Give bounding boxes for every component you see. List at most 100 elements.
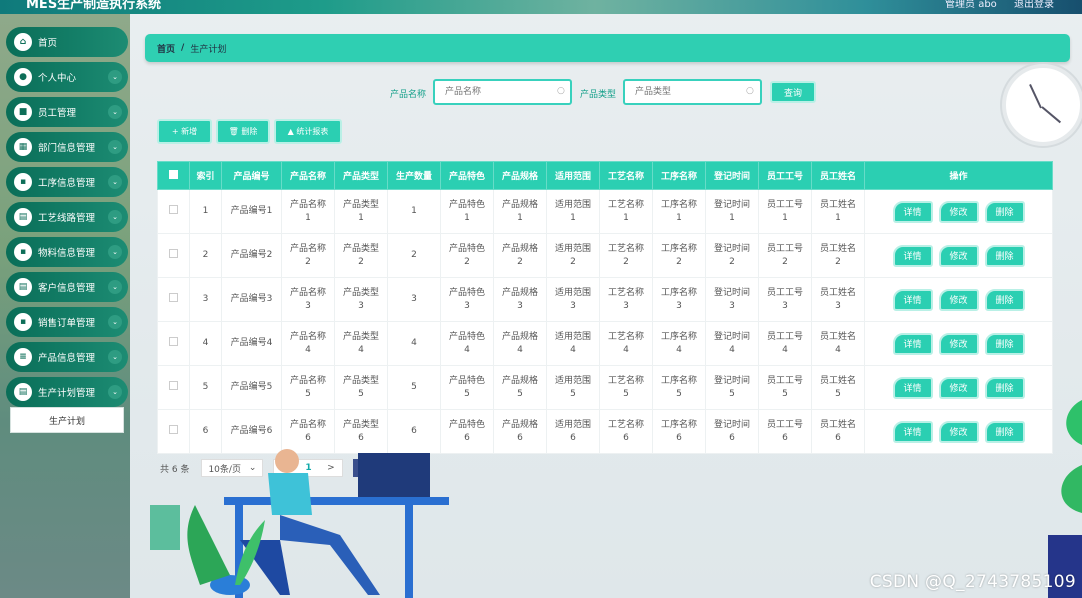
column-header: 工艺名称 [599,161,653,190]
sidebar-item[interactable]: ▪ 工序信息管理 ⌄ [6,167,128,197]
message-icon: ■ [14,103,32,121]
select-all-checkbox[interactable] [157,161,190,190]
apps-icon: ▪ [14,243,32,261]
edit-button[interactable]: 修改 [938,420,979,443]
product-name-input[interactable] [433,79,572,105]
chevron-down-icon: ⌄ [108,175,122,189]
cell-type: 产品类型 2 [334,233,388,278]
row-delete-button[interactable]: 删除 [984,200,1025,223]
cell-type: 产品类型 5 [334,365,388,410]
detail-button[interactable]: 详情 [892,376,933,399]
sidebar-item[interactable]: ▤ 生产计划管理 ⌄ [6,377,128,407]
table-row: 1 产品编号1 产品名称 1 产品类型 1 1 产品特色 1 产品规格 1 适用范围 1 工艺名… [157,189,1053,234]
breadcrumb-home[interactable]: 首页 [157,42,175,55]
cell-process: 工序名称 3 [652,277,706,322]
cell-feature: 产品特色 5 [440,365,494,410]
row-checkbox[interactable] [157,189,190,234]
detail-button[interactable]: 详情 [892,420,933,443]
sidebar-item-label: 首页 [38,38,58,49]
sidebar-item-label: 销售订单管理 [38,318,96,329]
sidebar-item[interactable]: ▤ 工艺线路管理 ⌄ [6,202,128,232]
sidebar-item-label: 工艺线路管理 [38,213,96,224]
cell-emp-no: 员工工号 3 [758,277,812,322]
detail-button[interactable]: 详情 [892,332,933,355]
edit-button[interactable]: 修改 [938,376,979,399]
cell-index: 4 [189,321,222,366]
cell-emp-no: 员工工号 4 [758,321,812,366]
cell-index: 3 [189,277,222,322]
column-header: 员工工号 [758,161,812,190]
office-illustration [150,449,449,598]
cell-time: 登记时间 1 [705,189,759,234]
column-header: 产品规格 [493,161,547,190]
row-delete-button[interactable]: 删除 [984,288,1025,311]
row-checkbox[interactable] [157,321,190,366]
statistics-report-button[interactable]: ▲ 统计报表 [274,119,342,144]
sidebar-item-label: 员工管理 [38,108,77,119]
cell-emp-name: 员工姓名 5 [811,365,865,410]
chevron-down-icon: ⌄ [108,245,122,259]
sidebar-item[interactable]: ≡ 产品信息管理 ⌄ [6,342,128,372]
detail-button[interactable]: 详情 [892,288,933,311]
cell-qty: 4 [387,321,441,366]
row-delete-button[interactable]: 删除 [984,332,1025,355]
edit-button[interactable]: 修改 [938,200,979,223]
cell-qty: 3 [387,277,441,322]
product-type-input[interactable] [623,79,762,105]
chevron-down-icon: ⌄ [108,70,122,84]
row-delete-button[interactable]: 删除 [984,420,1025,443]
query-button[interactable]: 查询 [770,81,816,103]
cell-craft: 工艺名称 6 [599,409,653,454]
column-header: 产品类型 [334,161,388,190]
sidebar-item[interactable]: ▪ 销售订单管理 ⌄ [6,307,128,337]
column-header: 生产数量 [387,161,441,190]
cell-feature: 产品特色 1 [440,189,494,234]
chevron-down-icon: ⌄ [108,105,122,119]
cell-scope: 适用范围 2 [546,233,600,278]
cell-scope: 适用范围 6 [546,409,600,454]
edit-button[interactable]: 修改 [938,244,979,267]
sidebar-item[interactable]: ▪ 物料信息管理 ⌄ [6,237,128,267]
logout-link[interactable]: 退出登录 [1014,0,1054,10]
column-header: 适用范围 [546,161,600,190]
sidebar-item[interactable]: ■ 员工管理 ⌄ [6,97,128,127]
row-checkbox[interactable] [157,365,190,410]
sidebar-item[interactable]: ▦ 部门信息管理 ⌄ [6,132,128,162]
product-type-label: 产品类型 [580,90,617,100]
sidebar-subitem-production-plan[interactable]: 生产计划 [10,407,124,433]
search-icon: ○ [746,86,754,96]
row-checkbox[interactable] [157,233,190,278]
cell-index: 5 [189,365,222,410]
cell-feature: 产品特色 3 [440,277,494,322]
cell-craft: 工艺名称 5 [599,365,653,410]
cell-type: 产品类型 1 [334,189,388,234]
detail-button[interactable]: 详情 [892,200,933,223]
chevron-down-icon: ⌄ [108,210,122,224]
sidebar-item-label: 个人中心 [38,73,77,84]
edit-button[interactable]: 修改 [938,332,979,355]
cell-time: 登记时间 6 [705,409,759,454]
row-delete-button[interactable]: 删除 [984,244,1025,267]
row-delete-button[interactable]: 删除 [984,376,1025,399]
cell-name: 产品名称 5 [281,365,335,410]
add-button[interactable]: + 新增 [157,119,212,144]
cell-time: 登记时间 2 [705,233,759,278]
edit-button[interactable]: 修改 [938,288,979,311]
delete-button[interactable]: 🗑 删除 [216,119,270,144]
cell-type: 产品类型 3 [334,277,388,322]
sidebar-item[interactable]: ● 个人中心 ⌄ [6,62,128,92]
cell-spec: 产品规格 5 [493,365,547,410]
cell-time: 登记时间 5 [705,365,759,410]
cell-index: 2 [189,233,222,278]
sidebar-item-label: 客户信息管理 [38,283,96,294]
sidebar-item-label: 产品信息管理 [38,353,96,364]
sidebar-item[interactable]: ⌂ 首页 [6,27,128,57]
chevron-down-icon: ⌄ [108,350,122,364]
row-checkbox[interactable] [157,277,190,322]
cell-qty: 2 [387,233,441,278]
row-actions: 详情 修改 删除 [864,321,1053,366]
sidebar-item[interactable]: ▤ 客户信息管理 ⌄ [6,272,128,302]
clock-illustration [1002,64,1082,146]
search-icon: ○ [557,86,565,96]
detail-button[interactable]: 详情 [892,244,933,267]
